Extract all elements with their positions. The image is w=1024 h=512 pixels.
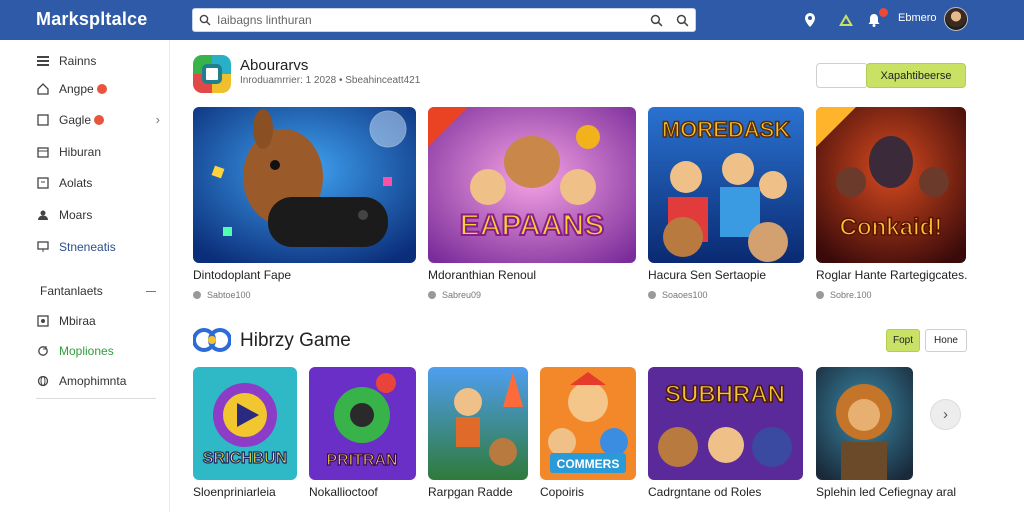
sidebar-item-label: Hiburan	[59, 145, 102, 159]
game-art-text: SUBHRAN	[665, 381, 785, 408]
sidebar: Rainns Angpe Gagle › Hiburan Aolats Moar…	[0, 40, 170, 512]
location-icon[interactable]	[800, 10, 820, 30]
sidebar-item-hiburan[interactable]: Hiburan	[36, 141, 160, 163]
top-bar: Markspltalce Iaibagns linthuran Ebmero	[0, 0, 1024, 40]
sidebar-item-label: Mbiraa	[59, 314, 96, 328]
primary-button[interactable]: Xapahtibeerse	[866, 63, 966, 88]
search-submit-button[interactable]	[643, 9, 669, 31]
game-title[interactable]: Roglar Hante Rartegigcates.	[816, 268, 967, 282]
game-thumbnail[interactable]	[193, 107, 416, 263]
home-icon	[36, 82, 50, 96]
sidebar-badge	[96, 84, 107, 94]
game-thumbnail[interactable]: MOREDASK	[648, 107, 804, 263]
avatar[interactable]	[944, 7, 968, 31]
rating-icon	[193, 291, 201, 299]
rating-icon	[816, 291, 824, 299]
section-title: Abourarvs	[240, 57, 309, 74]
game-meta: Soaoes100	[648, 290, 708, 300]
sidebar-item-stneneatis[interactable]: Stneneatis	[36, 236, 160, 258]
search-icon	[650, 14, 662, 26]
game-meta: Sabreu09	[428, 290, 481, 300]
sidebar-item-mbiraa[interactable]: Mbiraa	[36, 310, 160, 332]
sidebar-item-mopliones[interactable]: Mopliones	[36, 340, 160, 362]
section-logo	[192, 325, 232, 355]
game-thumbnail[interactable]: EAPAANS	[428, 107, 636, 263]
sidebar-item-moars[interactable]: Moars	[36, 204, 160, 226]
sidebar-item-label: Moars	[59, 208, 93, 222]
square-icon	[36, 113, 50, 127]
game-thumbnail[interactable]: COMMERS	[540, 367, 636, 480]
sidebar-item-rainns[interactable]: Rainns	[36, 50, 160, 72]
game-title[interactable]: Splehin led Cefiegnay aral	[816, 485, 956, 499]
user-name[interactable]: Ebmero	[898, 12, 937, 24]
search-icon	[676, 14, 688, 26]
chevron-right-icon[interactable]: ›	[156, 112, 160, 127]
game-title[interactable]: Cadrgntane od Roles	[648, 485, 761, 499]
app-logo	[193, 55, 231, 93]
sidebar-item-aolats[interactable]: Aolats	[36, 172, 160, 194]
game-art-text: EAPAANS	[460, 209, 604, 242]
triangle-app-icon[interactable]	[836, 10, 856, 30]
collapse-icon[interactable]	[146, 291, 156, 292]
game-title[interactable]: Hacura Sen Sertaopie	[648, 268, 766, 282]
game-thumbnail[interactable]: Conkaid!	[816, 107, 966, 263]
section-title: Hibrzy Game	[240, 330, 351, 351]
person-icon	[36, 208, 50, 222]
calendar-icon	[36, 145, 50, 159]
game-art-text: Conkaid!	[840, 214, 943, 241]
search-input[interactable]: Iaibagns linthuran	[217, 13, 643, 27]
home-button[interactable]: Hone	[925, 329, 967, 352]
sidebar-item-label: Stneneatis	[59, 240, 116, 254]
sidebar-item-label: Mopliones	[59, 344, 114, 358]
rating-icon	[648, 291, 656, 299]
sidebar-item-label: Angpe	[59, 82, 94, 96]
search-icon	[193, 14, 217, 26]
list-icon	[36, 54, 50, 68]
sidebar-item-label: Aolats	[59, 176, 93, 190]
game-thumbnail[interactable]: SUBHRAN	[648, 367, 803, 480]
search-options-button[interactable]	[669, 9, 695, 31]
game-title[interactable]: Copoiris	[540, 485, 584, 499]
sidebar-item-label: Rainns	[59, 54, 97, 68]
game-art-text: COMMERS	[557, 457, 620, 471]
secondary-button[interactable]	[816, 63, 868, 88]
game-art-text: MOREDASK	[662, 117, 790, 142]
sidebar-item-amophimnta[interactable]: Amophimnta	[36, 370, 160, 392]
doc-icon	[36, 176, 50, 190]
game-thumbnail[interactable]: PRITRAN	[309, 367, 416, 480]
game-title[interactable]: Mdoranthian Renoul	[428, 268, 536, 282]
game-art-text: SRICHBUN	[203, 450, 287, 467]
brand-logo[interactable]: Markspltalce	[36, 9, 147, 30]
chevron-right-icon: ›	[943, 406, 948, 423]
sidebar-item-label: Amophimnta	[59, 374, 127, 388]
notification-icon[interactable]	[864, 8, 888, 30]
game-thumbnail[interactable]: SRICHBUN	[193, 367, 297, 480]
filter-button[interactable]: Fopt	[886, 329, 920, 352]
game-title[interactable]: Nokallioctoof	[309, 485, 378, 499]
sidebar-item-angpe[interactable]: Angpe	[36, 78, 160, 100]
notification-badge	[879, 8, 888, 17]
game-art-text: PRITRAN	[326, 452, 397, 469]
sidebar-divider	[36, 398, 156, 399]
game-title[interactable]: Dintodoplant Fape	[193, 268, 291, 282]
sidebar-section-heading: Fantanlaets	[40, 284, 103, 298]
game-meta: Sobre.100	[816, 290, 872, 300]
game-thumbnail[interactable]	[816, 367, 913, 480]
game-thumbnail[interactable]	[428, 367, 528, 480]
carousel-next-button[interactable]: ›	[930, 399, 961, 430]
sidebar-item-gagle[interactable]: Gagle ›	[36, 109, 160, 131]
globe-icon	[36, 374, 50, 388]
picture-icon	[36, 314, 50, 328]
game-meta: Sabtoe100	[193, 290, 251, 300]
screen-icon	[36, 240, 50, 254]
sidebar-item-label: Gagle	[59, 113, 92, 127]
game-title[interactable]: Sloenpriniarleia	[193, 485, 276, 499]
game-title[interactable]: Rarpgan Radde	[428, 485, 513, 499]
refresh-icon	[36, 344, 50, 358]
section-subtitle: Inroduamrrier: 1 2028 • Sbeahinceatt421	[240, 75, 421, 86]
rating-icon	[428, 291, 436, 299]
sidebar-badge	[94, 115, 105, 125]
search-bar[interactable]: Iaibagns linthuran	[192, 8, 696, 32]
